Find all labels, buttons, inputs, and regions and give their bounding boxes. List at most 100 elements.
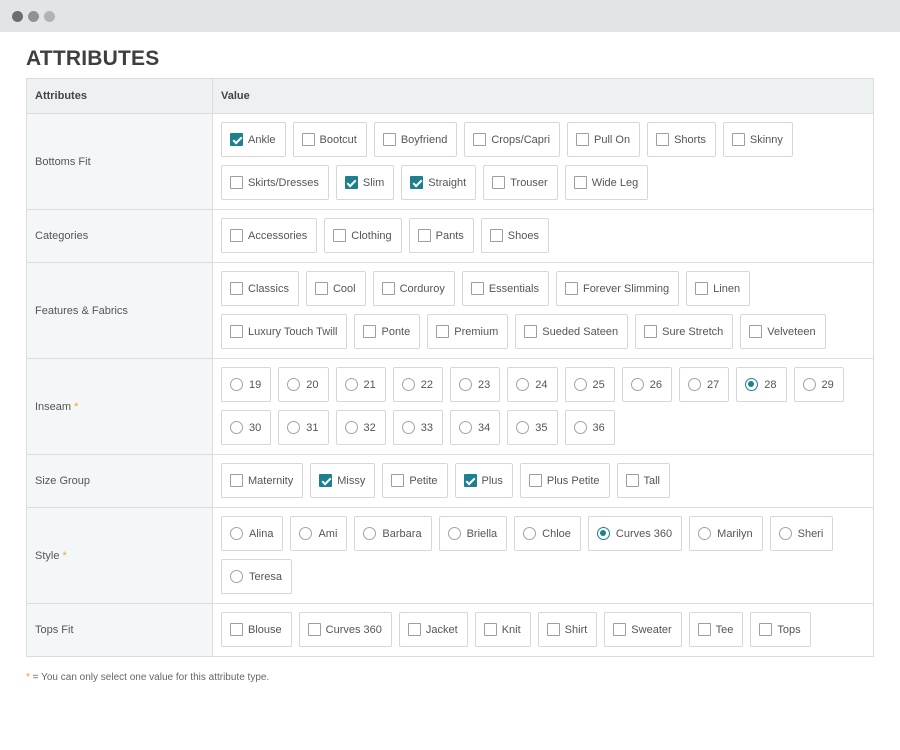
- option-style-chloe[interactable]: Chloe: [514, 516, 581, 551]
- checkbox[interactable]: [230, 474, 243, 487]
- radio-button[interactable]: [778, 527, 792, 540]
- option-features-fabrics-ponte[interactable]: Ponte: [354, 314, 421, 349]
- option-size-group-missy[interactable]: Missy: [310, 463, 376, 498]
- option-features-fabrics-sueded-sateen[interactable]: Sueded Sateen: [515, 314, 629, 349]
- option-style-alina[interactable]: Alina: [221, 516, 284, 551]
- radio-button[interactable]: [459, 421, 472, 434]
- option-inseam-24[interactable]: 24: [507, 367, 558, 402]
- option-size-group-maternity[interactable]: Maternity: [221, 463, 304, 498]
- option-inseam-36[interactable]: 36: [564, 410, 615, 445]
- checkbox[interactable]: [573, 176, 587, 189]
- option-tops-fit-tee[interactable]: Tee: [688, 612, 744, 647]
- option-features-fabrics-cool[interactable]: Cool: [305, 271, 366, 306]
- checkbox[interactable]: [759, 623, 773, 636]
- checkbox[interactable]: [230, 229, 243, 242]
- option-categories-accessories[interactable]: Accessories: [221, 218, 318, 253]
- option-bottoms-fit-skirts-dresses[interactable]: Skirts/Dresses: [221, 165, 329, 200]
- option-inseam-20[interactable]: 20: [278, 367, 329, 402]
- radio-button[interactable]: [698, 527, 712, 540]
- radio-button[interactable]: [630, 378, 644, 391]
- radio-button[interactable]: [230, 378, 243, 391]
- checkbox[interactable]: [470, 282, 484, 295]
- checkbox[interactable]: [473, 133, 487, 146]
- option-bottoms-fit-trouser[interactable]: Trouser: [483, 165, 558, 200]
- option-categories-clothing[interactable]: Clothing: [324, 218, 402, 253]
- option-bottoms-fit-skinny[interactable]: Skinny: [722, 122, 793, 157]
- option-features-fabrics-linen[interactable]: Linen: [686, 271, 751, 306]
- checkbox[interactable]: [731, 133, 745, 146]
- radio-button[interactable]: [573, 378, 587, 391]
- option-inseam-26[interactable]: 26: [621, 367, 672, 402]
- radio-button[interactable]: [401, 421, 415, 434]
- radio-button[interactable]: [459, 378, 472, 391]
- option-features-fabrics-classics[interactable]: Classics: [221, 271, 299, 306]
- checkbox[interactable]: [391, 474, 405, 487]
- radio-button[interactable]: [516, 421, 530, 434]
- window-minimize-button[interactable]: [28, 10, 39, 22]
- option-size-group-petite[interactable]: Petite: [382, 463, 448, 498]
- radio-button[interactable]: [287, 421, 301, 434]
- option-style-sheri[interactable]: Sheri: [769, 516, 834, 551]
- radio-button[interactable]: [802, 378, 816, 391]
- radio-button[interactable]: [230, 527, 243, 540]
- radio-button[interactable]: [230, 421, 243, 434]
- checkbox[interactable]: [644, 325, 658, 338]
- checkbox[interactable]: [319, 474, 333, 487]
- option-inseam-25[interactable]: 25: [564, 367, 615, 402]
- option-tops-fit-jacket[interactable]: Jacket: [398, 612, 468, 647]
- radio-button[interactable]: [688, 378, 701, 391]
- checkbox[interactable]: [483, 623, 497, 636]
- option-inseam-28[interactable]: 28: [736, 367, 787, 402]
- option-size-group-tall[interactable]: Tall: [616, 463, 671, 498]
- checkbox[interactable]: [230, 325, 243, 338]
- option-bottoms-fit-bootcut[interactable]: Bootcut: [292, 122, 367, 157]
- option-bottoms-fit-wide-leg[interactable]: Wide Leg: [564, 165, 649, 200]
- option-tops-fit-curves-360[interactable]: Curves 360: [298, 612, 392, 647]
- checkbox[interactable]: [656, 133, 670, 146]
- checkbox[interactable]: [417, 229, 431, 242]
- radio-button[interactable]: [230, 570, 243, 583]
- option-inseam-27[interactable]: 27: [679, 367, 730, 402]
- checkbox[interactable]: [749, 325, 763, 338]
- checkbox[interactable]: [613, 623, 627, 636]
- option-style-briella[interactable]: Briella: [438, 516, 508, 551]
- option-features-fabrics-corduroy[interactable]: Corduroy: [372, 271, 455, 306]
- checkbox[interactable]: [381, 282, 395, 295]
- option-inseam-22[interactable]: 22: [392, 367, 443, 402]
- option-bottoms-fit-shorts[interactable]: Shorts: [647, 122, 716, 157]
- option-style-teresa[interactable]: Teresa: [221, 559, 293, 594]
- option-tops-fit-knit[interactable]: Knit: [474, 612, 531, 647]
- checkbox[interactable]: [344, 176, 358, 189]
- checkbox[interactable]: [307, 623, 321, 636]
- checkbox[interactable]: [407, 623, 421, 636]
- radio-button[interactable]: [447, 527, 461, 540]
- checkbox[interactable]: [230, 623, 243, 636]
- checkbox[interactable]: [230, 133, 243, 146]
- checkbox[interactable]: [564, 282, 578, 295]
- checkbox[interactable]: [695, 282, 709, 295]
- option-features-fabrics-forever-slimming[interactable]: Forever Slimming: [555, 271, 680, 306]
- option-bottoms-fit-slim[interactable]: Slim: [335, 165, 395, 200]
- radio-button[interactable]: [344, 378, 358, 391]
- option-style-barbara[interactable]: Barbara: [354, 516, 432, 551]
- radio-button[interactable]: [299, 527, 313, 540]
- option-inseam-29[interactable]: 29: [793, 367, 844, 402]
- checkbox[interactable]: [546, 623, 560, 636]
- checkbox[interactable]: [492, 176, 506, 189]
- radio-button[interactable]: [573, 421, 587, 434]
- option-inseam-34[interactable]: 34: [450, 410, 501, 445]
- option-bottoms-fit-ankle[interactable]: Ankle: [221, 122, 286, 157]
- checkbox[interactable]: [528, 474, 542, 487]
- checkbox[interactable]: [301, 133, 315, 146]
- checkbox[interactable]: [524, 325, 538, 338]
- option-style-marilyn[interactable]: Marilyn: [689, 516, 763, 551]
- option-inseam-32[interactable]: 32: [335, 410, 386, 445]
- option-categories-shoes[interactable]: Shoes: [480, 218, 549, 253]
- option-features-fabrics-luxury-touch-twill[interactable]: Luxury Touch Twill: [221, 314, 348, 349]
- option-inseam-19[interactable]: 19: [221, 367, 272, 402]
- radio-button[interactable]: [287, 378, 301, 391]
- checkbox[interactable]: [314, 282, 328, 295]
- option-features-fabrics-premium[interactable]: Premium: [427, 314, 509, 349]
- option-categories-pants[interactable]: Pants: [408, 218, 474, 253]
- radio-button[interactable]: [344, 421, 358, 434]
